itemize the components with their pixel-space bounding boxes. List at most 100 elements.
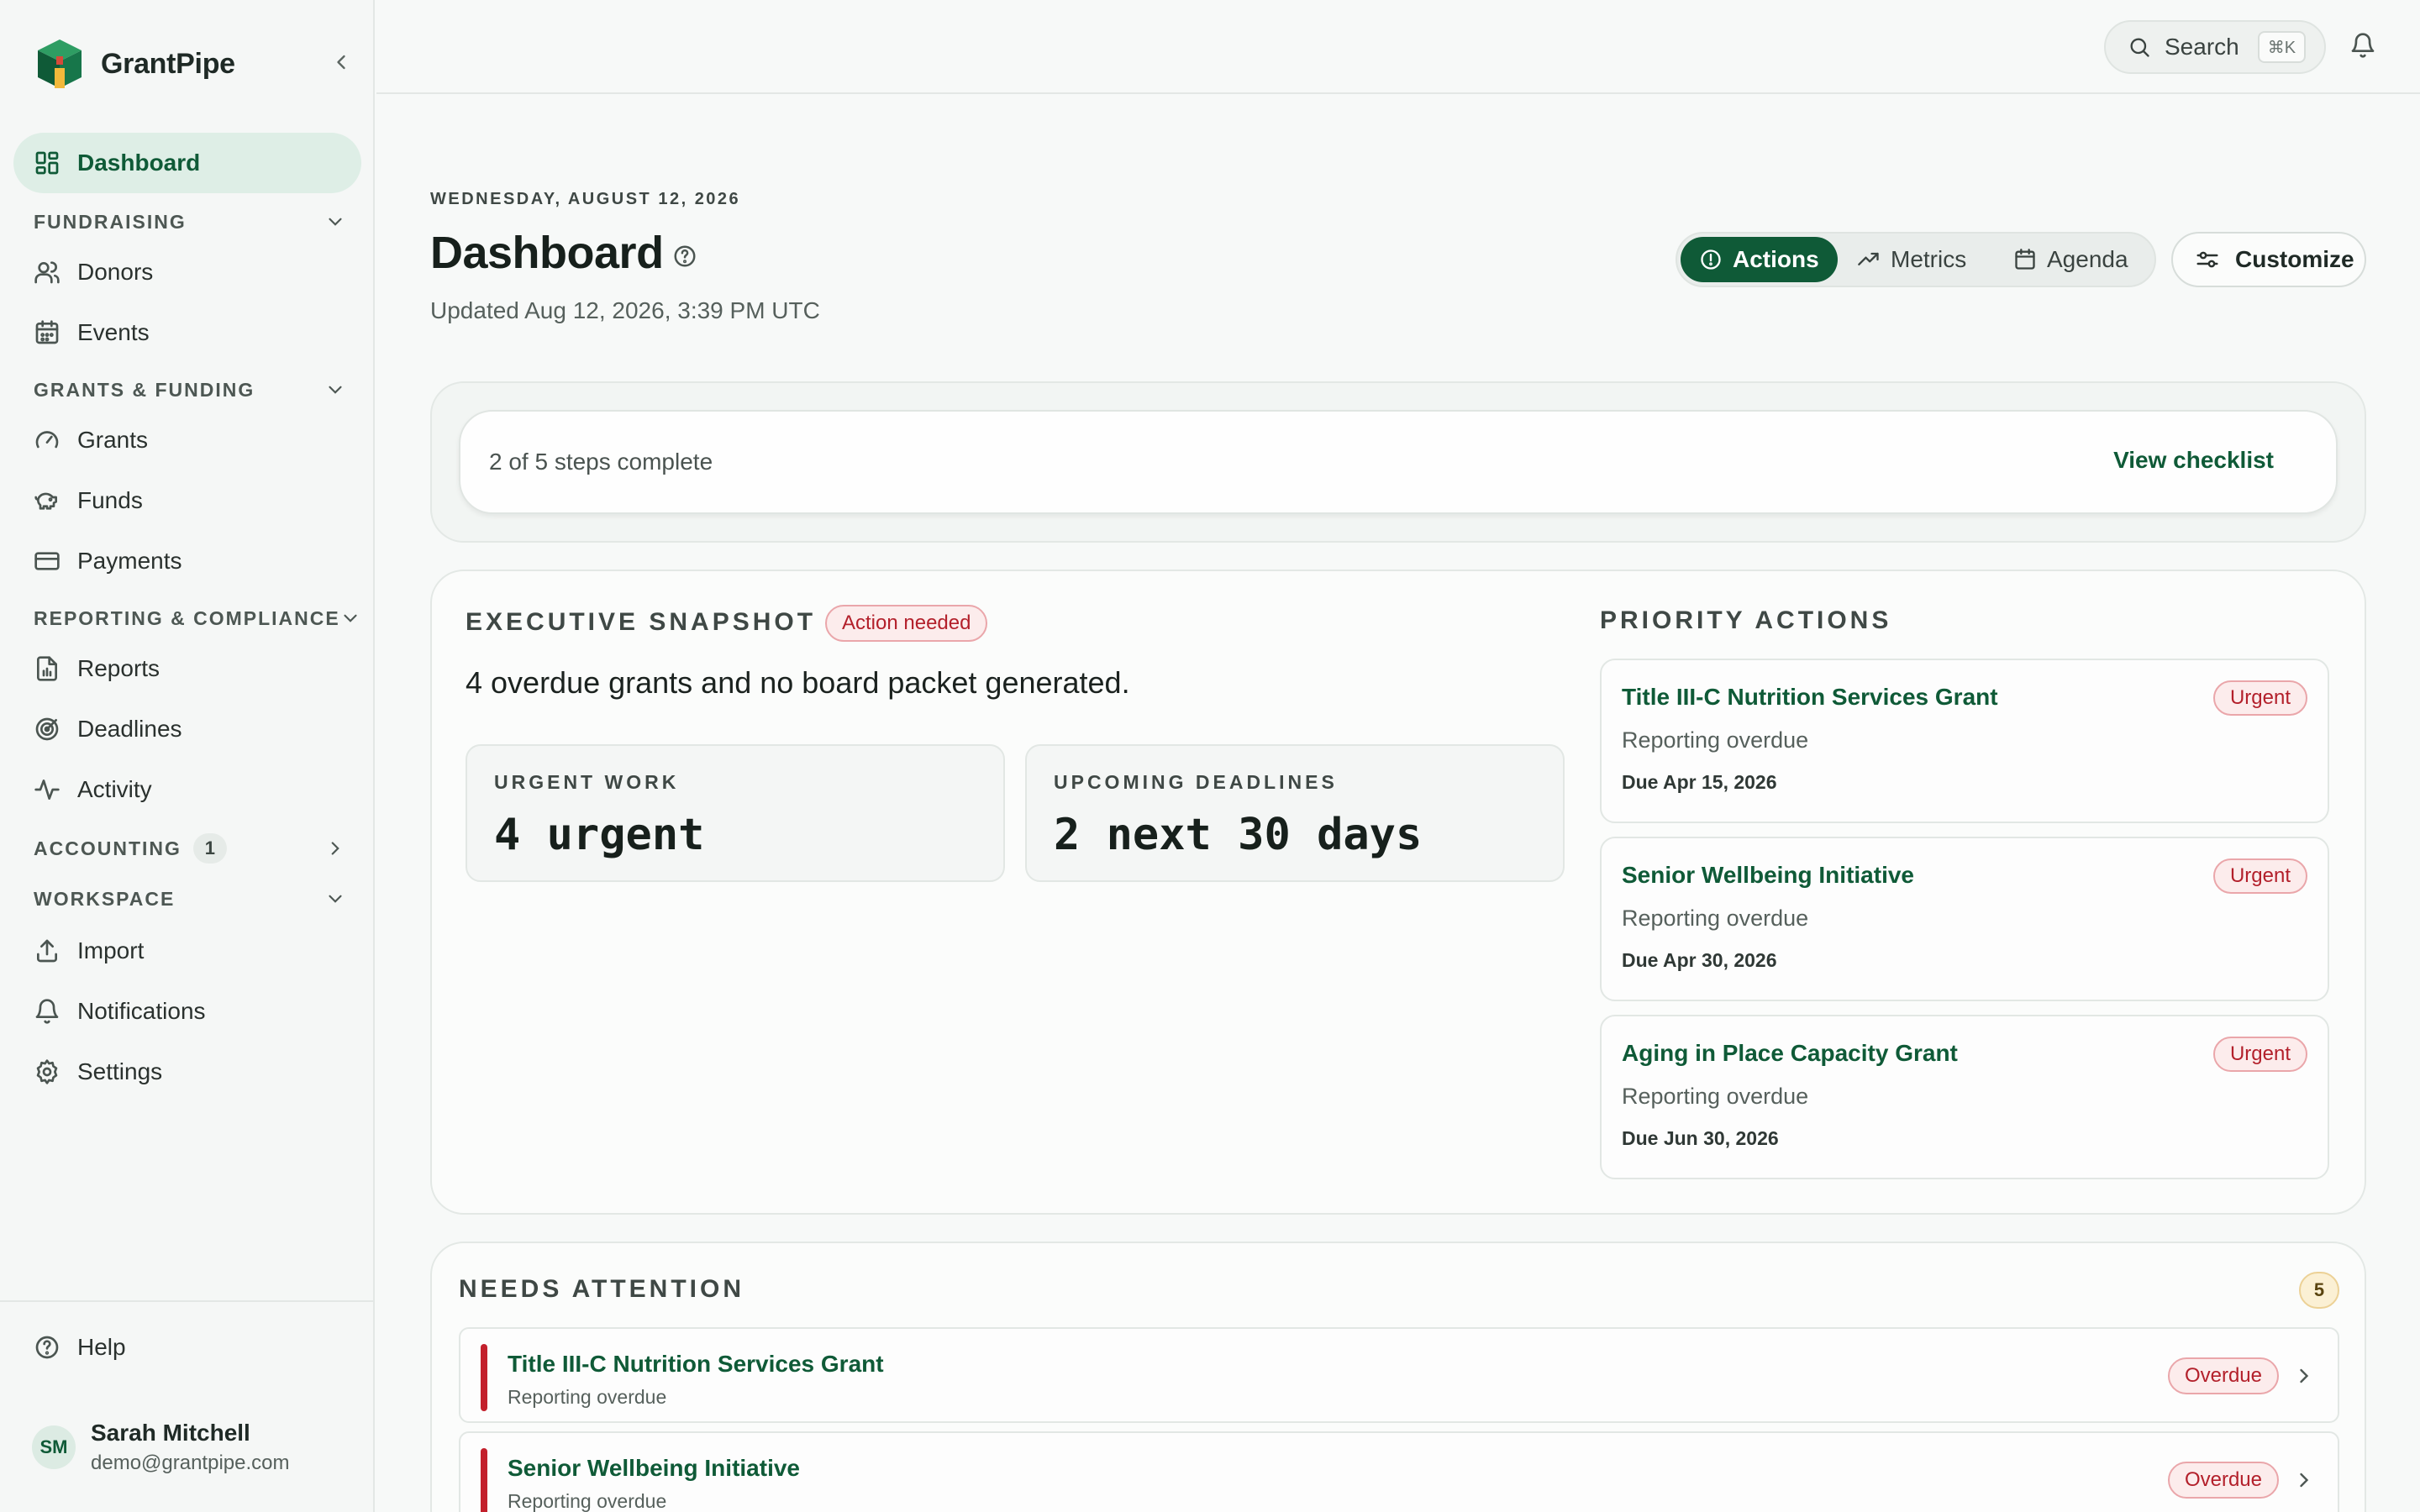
overdue-badge: Overdue	[2167, 1357, 2279, 1394]
attention-row[interactable]: Title III-C Nutrition Services Grant Rep…	[459, 1327, 2339, 1423]
priority-action-item[interactable]: Aging in Place Capacity Grant Reporting …	[1600, 1015, 2329, 1179]
customize-button[interactable]: Customize	[2171, 232, 2366, 287]
priority-action-item[interactable]: Senior Wellbeing Initiative Reporting ov…	[1600, 837, 2329, 1001]
tab-agenda[interactable]: Agenda	[1995, 237, 2147, 282]
severity-indicator	[481, 1344, 487, 1411]
priority-action-item[interactable]: Title III-C Nutrition Services Grant Rep…	[1600, 659, 2329, 823]
nav-item-funds[interactable]: Funds	[13, 470, 361, 531]
nav-item-notifications[interactable]: Notifications	[13, 981, 361, 1042]
nav-item-donors[interactable]: Donors	[13, 242, 361, 302]
chevron-down-icon	[329, 386, 342, 394]
user-profile[interactable]: SM Sarah Mitchell demo@grantpipe.com	[32, 1420, 289, 1475]
tab-actions[interactable]: Actions	[1681, 237, 1838, 282]
priority-item-title[interactable]: Aging in Place Capacity Grant	[1622, 1040, 1958, 1067]
nav-item-grants[interactable]: Grants	[13, 410, 361, 470]
help-circle-icon	[35, 1336, 59, 1359]
attention-row-status: Reporting overdue	[508, 1490, 667, 1512]
alert-circle-icon	[1701, 249, 1721, 270]
view-checklist-link[interactable]: View checklist	[2113, 447, 2274, 474]
brand-name: GrantPipe	[101, 47, 235, 80]
stat-value: 4 urgent	[494, 810, 705, 860]
piggy-bank-icon	[34, 492, 57, 510]
search-button[interactable]: Search ⌘K	[2104, 20, 2326, 74]
stat-upcoming-deadlines[interactable]: UPCOMING DEADLINES 2 next 30 days	[1025, 744, 1565, 882]
help-circle-icon[interactable]	[672, 244, 697, 269]
attention-count-badge: 5	[2299, 1272, 2339, 1309]
priority-item-due: Due Apr 15, 2026	[1622, 771, 1777, 793]
nav-label: Events	[77, 319, 150, 345]
nav-item-dashboard[interactable]: Dashboard	[13, 133, 361, 193]
tab-metrics[interactable]: Metrics	[1839, 237, 1985, 282]
priority-item-status: Reporting overdue	[1622, 906, 1809, 931]
nav-item-deadlines[interactable]: Deadlines	[13, 699, 361, 759]
nav-item-events[interactable]: Events	[13, 302, 361, 363]
nav-item-import[interactable]: Import	[13, 921, 361, 981]
page-title: Dashboard	[430, 228, 664, 278]
attention-row-title[interactable]: Title III-C Nutrition Services Grant	[508, 1351, 884, 1378]
upload-icon	[37, 939, 57, 963]
activity-pulse-icon	[34, 780, 60, 800]
priority-item-title[interactable]: Title III-C Nutrition Services Grant	[1622, 684, 1998, 711]
brand[interactable]: GrantPipe	[35, 37, 235, 91]
stat-label: URGENT WORK	[494, 771, 680, 793]
avatar: SM	[32, 1425, 76, 1469]
bell-icon	[35, 999, 59, 1024]
checklist-progress-bar[interactable]: 2 of 5 steps complete View checklist	[459, 410, 2338, 514]
stat-urgent-work[interactable]: URGENT WORK 4 urgent	[466, 744, 1005, 882]
chevron-right-icon[interactable]	[2292, 1364, 2316, 1388]
nav-section-workspace[interactable]: WORKSPACE	[34, 882, 346, 916]
current-date: WEDNESDAY, AUGUST 12, 2026	[430, 190, 741, 208]
section-label: WORKSPACE	[34, 887, 176, 910]
nav-label: Import	[77, 937, 145, 963]
nav-label: Reports	[77, 655, 160, 681]
collapse-sidebar-icon[interactable]	[329, 50, 353, 74]
tab-label: Actions	[1733, 246, 1819, 272]
checklist-progress-text: 2 of 5 steps complete	[489, 449, 713, 475]
priority-item-due: Due Apr 30, 2026	[1622, 949, 1777, 971]
needs-attention-card: NEEDS ATTENTION 5 Title III-C Nutrition …	[430, 1242, 2366, 1512]
calendar-icon	[35, 320, 59, 344]
attention-row-title[interactable]: Senior Wellbeing Initiative	[508, 1455, 800, 1482]
nav-item-activity[interactable]: Activity	[13, 759, 361, 820]
tab-label: Agenda	[2047, 246, 2128, 272]
section-label: GRANTS & FUNDING	[34, 378, 255, 401]
view-switcher: Actions Metrics Agenda	[1676, 232, 2156, 287]
status-badge: Action needed	[825, 605, 988, 642]
nav-item-help[interactable]: Help	[13, 1317, 361, 1378]
nav-section-grants-funding[interactable]: GRANTS & FUNDING	[34, 373, 346, 407]
sliders-icon	[2196, 251, 2218, 268]
notifications-bell-icon[interactable]	[2349, 32, 2376, 59]
nav-section-accounting[interactable]: ACCOUNTING 1	[34, 832, 346, 865]
target-icon	[35, 717, 59, 741]
chevron-down-icon	[329, 895, 342, 903]
nav-section-reporting-compliance[interactable]: REPORTING & COMPLIANCE	[34, 601, 357, 635]
snapshot-headline: 4 overdue grants and no board packet gen…	[466, 665, 1130, 700]
snapshot-title: EXECUTIVE SNAPSHOT	[466, 608, 817, 636]
section-label: ACCOUNTING	[34, 837, 182, 859]
nav-item-settings[interactable]: Settings	[13, 1042, 361, 1102]
attention-row[interactable]: Senior Wellbeing Initiative Reporting ov…	[459, 1431, 2339, 1512]
accounting-count-badge: 1	[192, 833, 227, 864]
search-icon	[2130, 38, 2149, 57]
users-icon	[34, 261, 60, 284]
priority-item-title[interactable]: Senior Wellbeing Initiative	[1622, 862, 1914, 889]
nav-section-fundraising[interactable]: FUNDRAISING	[34, 205, 346, 239]
nav-label: Notifications	[77, 998, 206, 1024]
nav-label: Grants	[77, 427, 149, 453]
nav-item-payments[interactable]: Payments	[13, 531, 361, 591]
nav-label: Help	[77, 1334, 126, 1360]
priority-item-status: Reporting overdue	[1622, 1084, 1809, 1109]
gauge-icon	[35, 431, 59, 449]
nav-label: Settings	[77, 1058, 163, 1084]
gear-icon	[36, 1059, 58, 1084]
chevron-right-icon	[331, 842, 339, 855]
credit-card-icon	[34, 552, 60, 570]
nav-item-reports[interactable]: Reports	[13, 638, 361, 699]
needs-attention-title: NEEDS ATTENTION	[459, 1275, 745, 1303]
overdue-badge: Overdue	[2167, 1462, 2279, 1499]
tab-label: Metrics	[1891, 246, 1967, 272]
user-name: Sarah Mitchell	[91, 1420, 250, 1446]
chevron-right-icon[interactable]	[2292, 1468, 2316, 1492]
search-shortcut: ⌘K	[2257, 31, 2307, 63]
calendar-icon	[2015, 249, 2035, 270]
